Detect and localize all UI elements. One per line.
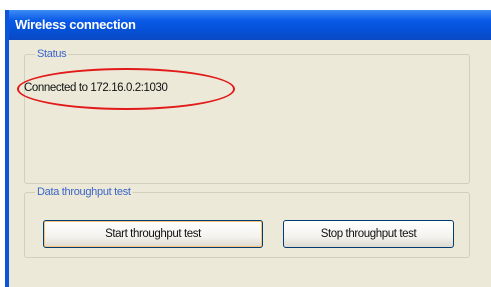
throughput-test-group-label: Data throughput test bbox=[35, 185, 133, 199]
window-title-bar[interactable]: Wireless connection bbox=[9, 10, 491, 40]
start-throughput-test-button[interactable]: Start throughput test bbox=[43, 220, 263, 248]
red-annotation-ellipse bbox=[17, 68, 235, 110]
status-group-label: Status bbox=[35, 47, 69, 61]
window-title: Wireless connection bbox=[15, 17, 136, 32]
screenshot-page: Wireless connection Status Connected to … bbox=[0, 0, 491, 287]
stop-throughput-test-button[interactable]: Stop throughput test bbox=[283, 220, 454, 248]
